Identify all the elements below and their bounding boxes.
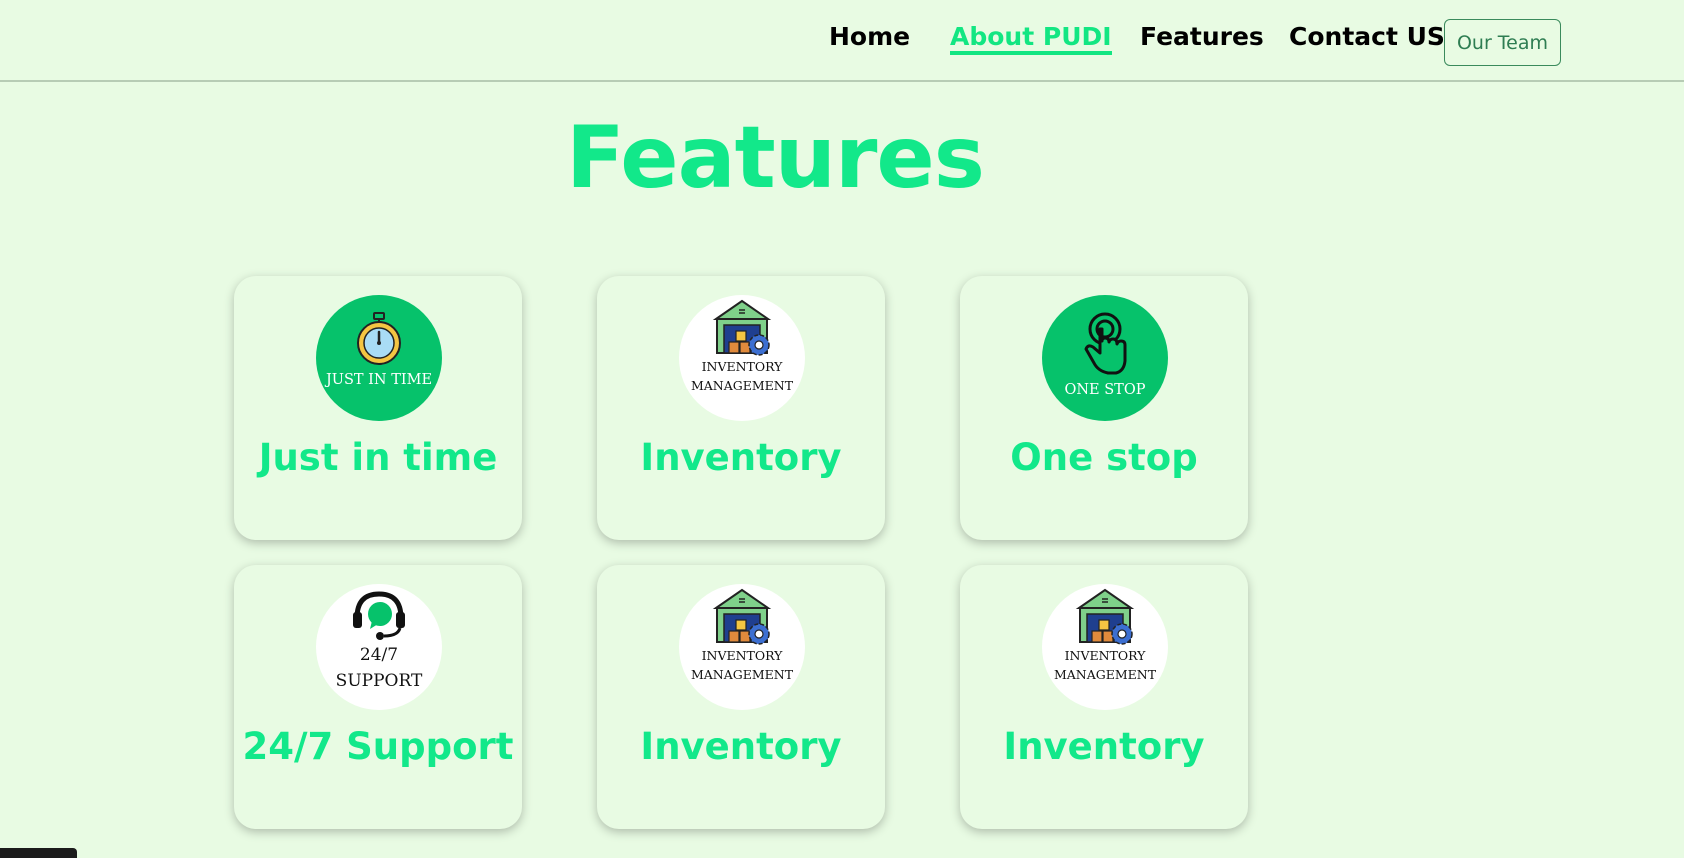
corner-widget-tab[interactable]	[0, 848, 77, 858]
card-title: One stop	[1010, 436, 1198, 479]
just-in-time-badge: JUST IN TIME	[316, 295, 442, 421]
card-title: Inventory	[1003, 725, 1205, 768]
badge-label-line-1: INVENTORY	[702, 648, 784, 663]
nav-link-features[interactable]: Features	[1140, 22, 1264, 51]
feature-card-inventory[interactable]: INVENTORY MANAGEMENT Inventory	[597, 565, 885, 829]
card-title: Just in time	[258, 436, 498, 479]
card-title: Inventory	[640, 436, 842, 479]
badge-label-line-1: INVENTORY	[1065, 648, 1147, 663]
navbar: Home About PUDI Features Contact US Our …	[0, 0, 1684, 82]
inventory-badge: INVENTORY MANAGEMENT	[679, 584, 805, 710]
card-title: 24/7 Support	[242, 725, 514, 768]
badge-label-line-1: INVENTORY	[702, 359, 784, 374]
one-stop-badge: ONE STOP	[1042, 295, 1168, 421]
nav-link-about-pudi[interactable]: About PUDI	[950, 22, 1112, 55]
badge-label: JUST IN TIME	[324, 372, 432, 388]
page-title: Features	[566, 108, 985, 208]
support-badge: 24/7 SUPPORT	[316, 584, 442, 710]
warehouse-icon: INVENTORY MANAGEMENT	[691, 588, 794, 682]
feature-card-one-stop[interactable]: ONE STOP One stop	[960, 276, 1248, 540]
inventory-badge: INVENTORY MANAGEMENT	[1042, 584, 1168, 710]
warehouse-icon: INVENTORY MANAGEMENT	[1054, 588, 1157, 682]
feature-card-just-in-time[interactable]: JUST IN TIME Just in time	[234, 276, 522, 540]
inventory-badge: INVENTORY MANAGEMENT	[679, 295, 805, 421]
feature-card-support[interactable]: 24/7 SUPPORT 24/7 Support	[234, 565, 522, 829]
touch-hand-icon: ONE STOP	[1064, 312, 1146, 398]
warehouse-icon: INVENTORY MANAGEMENT	[691, 299, 794, 393]
nav-link-home[interactable]: Home	[829, 22, 910, 51]
our-team-button[interactable]: Our Team	[1444, 19, 1561, 66]
badge-label-line-2: MANAGEMENT	[691, 378, 794, 393]
card-title: Inventory	[640, 725, 842, 768]
badge-label-line-1: 24/7	[360, 645, 398, 665]
badge-label-line-2: MANAGEMENT	[1054, 667, 1157, 682]
badge-label: ONE STOP	[1064, 382, 1145, 398]
headset-chat-icon: 24/7 SUPPORT	[336, 591, 423, 691]
badge-label-line-2: SUPPORT	[336, 671, 423, 691]
stopwatch-icon: JUST IN TIME	[324, 312, 432, 388]
feature-card-inventory[interactable]: INVENTORY MANAGEMENT Inventory	[597, 276, 885, 540]
badge-label-line-2: MANAGEMENT	[691, 667, 794, 682]
nav-link-contact-us[interactable]: Contact US	[1289, 22, 1445, 51]
feature-card-inventory[interactable]: INVENTORY MANAGEMENT Inventory	[960, 565, 1248, 829]
